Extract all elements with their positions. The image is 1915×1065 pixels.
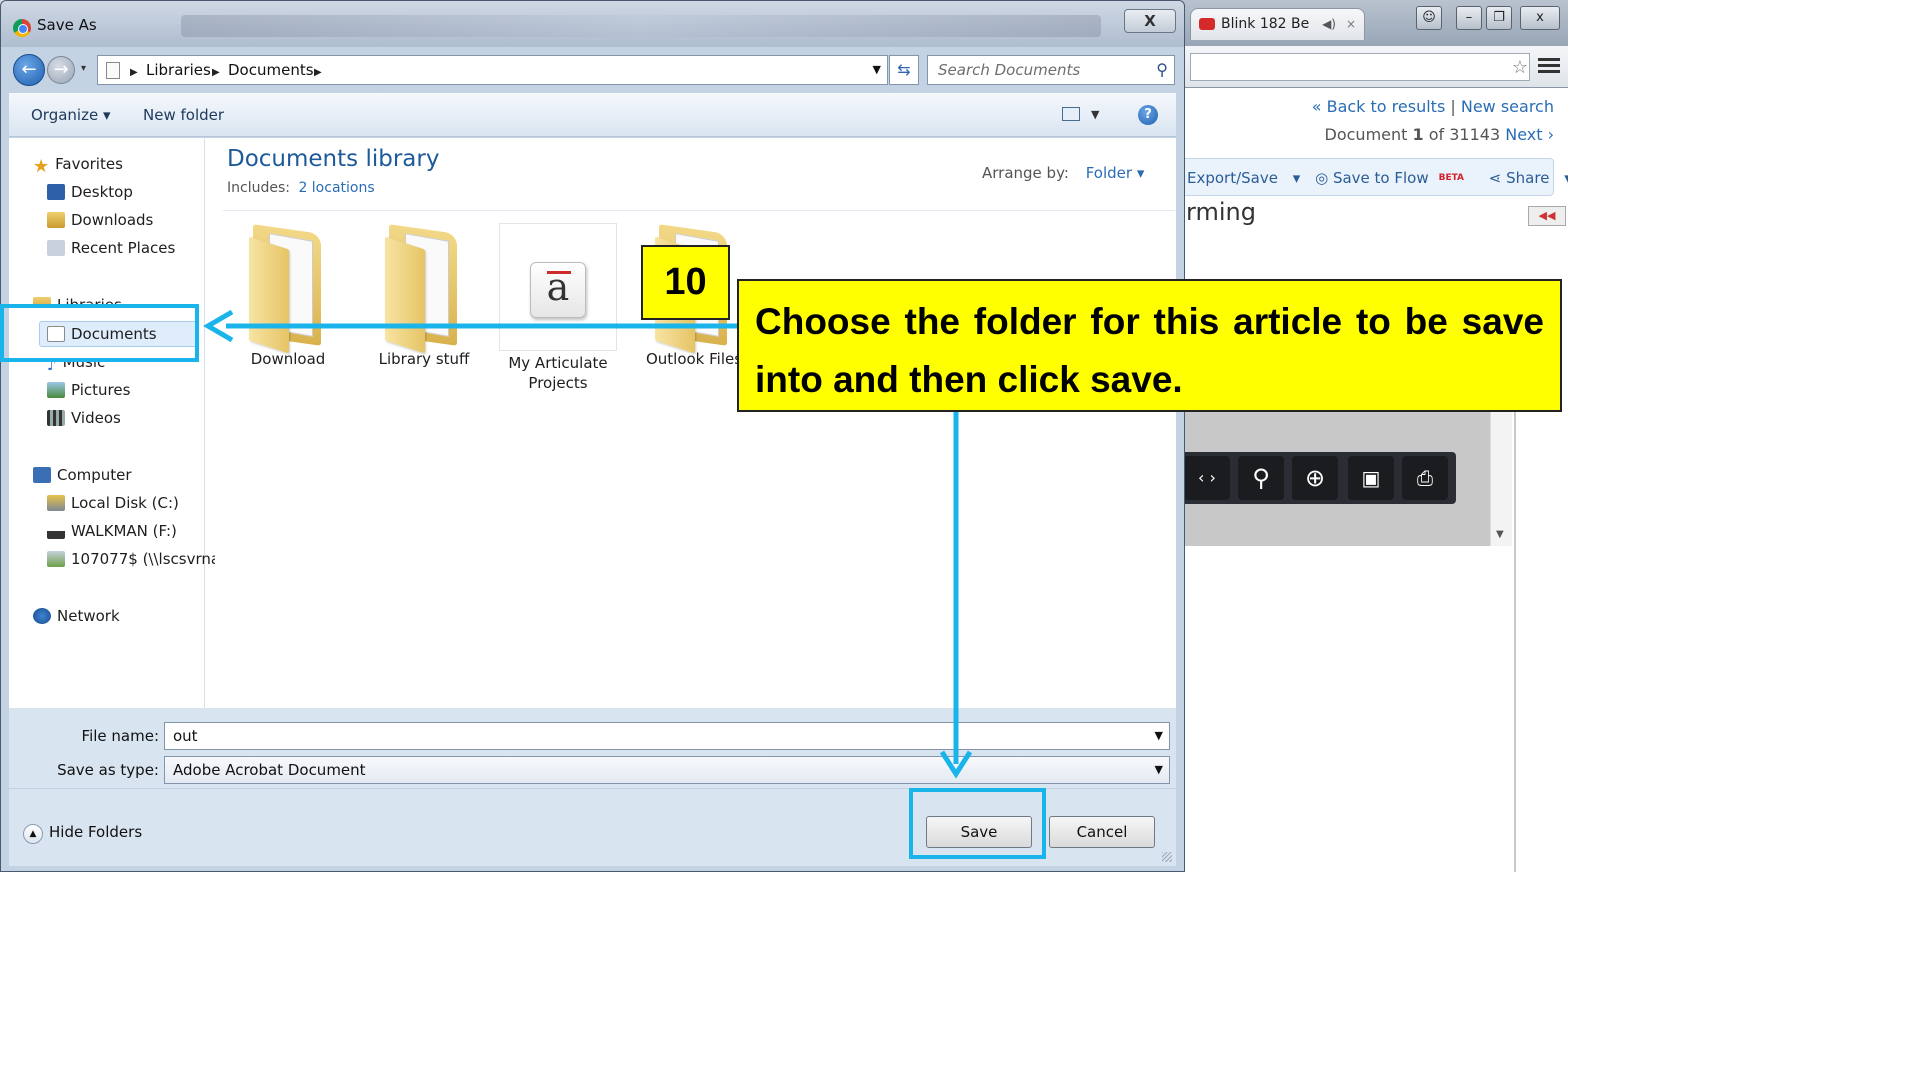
screenshot: { "dialog": { "title": "Save As", "close… (0, 0, 1568, 872)
step-number-badge: 10 (641, 245, 730, 320)
instruction-callout: Choose the folder for this article to be… (737, 279, 1562, 412)
save-highlight-box (909, 788, 1046, 859)
documents-highlight-box (0, 304, 199, 362)
annotation-arrows (203, 309, 973, 779)
